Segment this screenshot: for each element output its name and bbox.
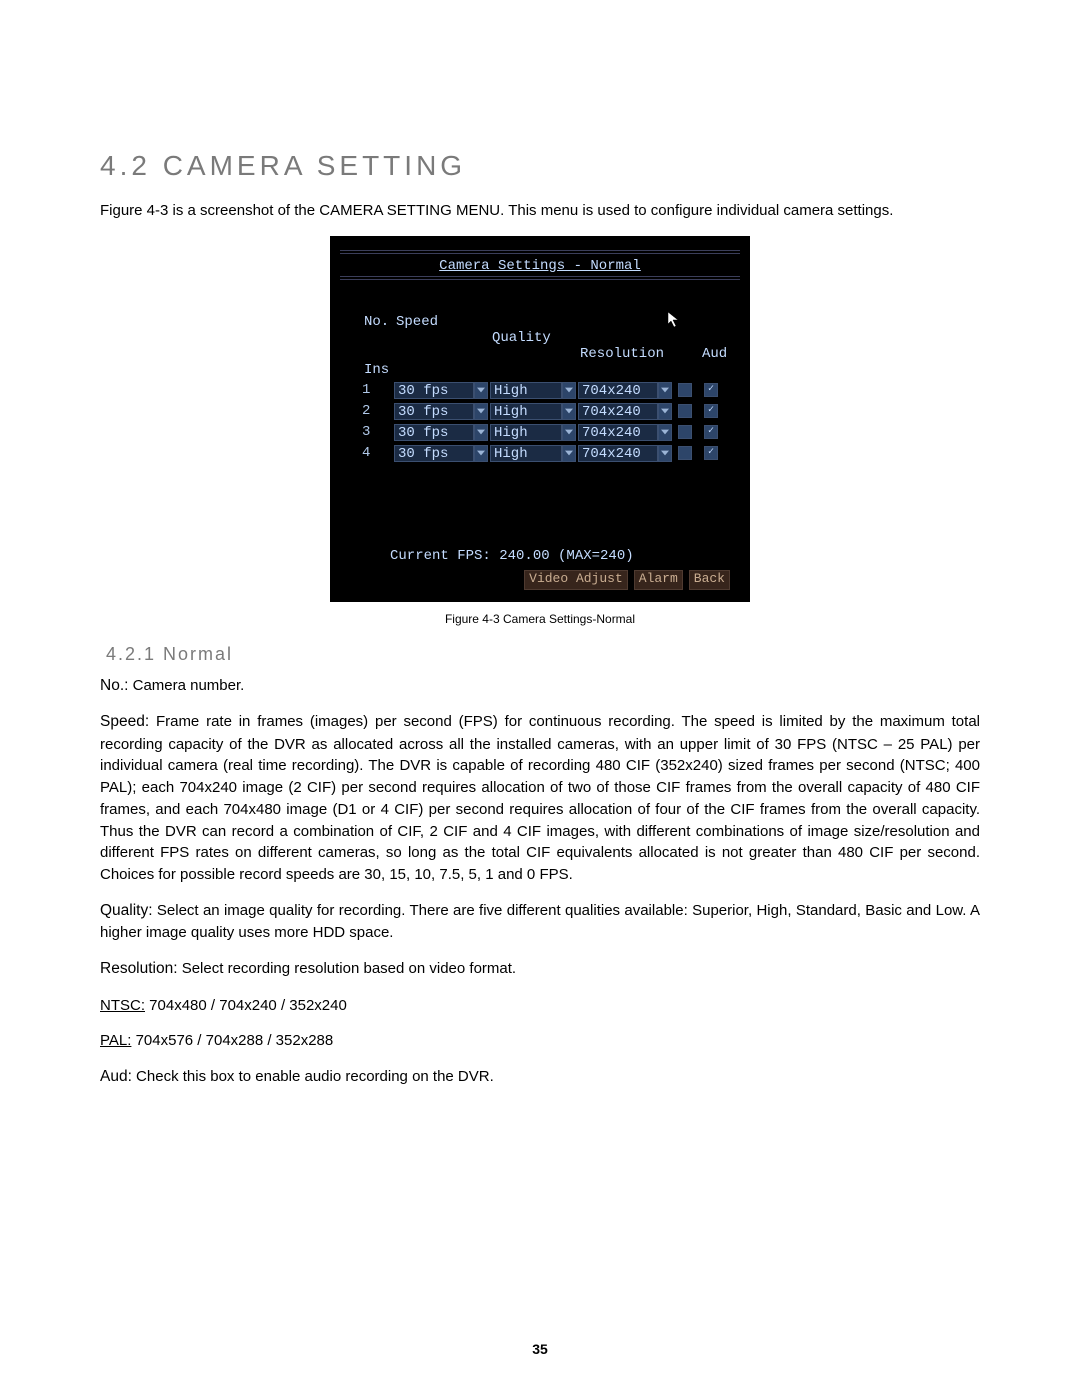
ins-checkbox[interactable] — [704, 446, 718, 460]
col-quality: Quality — [490, 330, 578, 346]
dropdown-icon[interactable] — [658, 424, 672, 441]
def-resolution-label: Resolution: — [100, 960, 178, 977]
dropdown-icon[interactable] — [474, 445, 488, 462]
figure-caption: Figure 4-3 Camera Settings-Normal — [100, 612, 980, 626]
dropdown-icon[interactable] — [658, 403, 672, 420]
def-speed: Speed: Frame rate in frames (images) per… — [100, 711, 980, 886]
aud-checkbox[interactable] — [678, 446, 692, 460]
current-fps-status: Current FPS: 240.00 (MAX=240) — [390, 548, 740, 564]
intro-paragraph: Figure 4-3 is a screenshot of the CAMERA… — [100, 200, 980, 222]
quality-select[interactable]: High — [490, 445, 562, 462]
dropdown-icon[interactable] — [474, 382, 488, 399]
cell-no: 2 — [362, 403, 394, 419]
cell-no: 4 — [362, 445, 394, 461]
table-row: 230 fps High 704x240 — [362, 403, 722, 420]
alarm-button[interactable]: Alarm — [634, 570, 683, 590]
def-quality-label: Quality: — [100, 902, 153, 919]
table-row: 330 fps High 704x240 — [362, 424, 722, 441]
def-pal-text: 704x576 / 704x288 / 352x288 — [131, 1032, 333, 1049]
ins-checkbox[interactable] — [704, 404, 718, 418]
col-ins: Ins — [362, 362, 394, 378]
def-quality: Quality: Select an image quality for rec… — [100, 900, 980, 944]
col-aud: Aud — [700, 346, 726, 362]
dropdown-icon[interactable] — [474, 424, 488, 441]
aud-checkbox[interactable] — [678, 383, 692, 397]
def-pal-label: PAL: — [100, 1032, 131, 1049]
resolution-select[interactable]: 704x240 — [578, 445, 658, 462]
aud-checkbox[interactable] — [678, 425, 692, 439]
cell-no: 1 — [362, 382, 394, 398]
cell-no: 3 — [362, 424, 394, 440]
col-resolution: Resolution — [578, 346, 674, 362]
video-adjust-button[interactable]: Video Adjust — [524, 570, 628, 590]
quality-select[interactable]: High — [490, 424, 562, 441]
dropdown-icon[interactable] — [562, 445, 576, 462]
resolution-select[interactable]: 704x240 — [578, 403, 658, 420]
resolution-select[interactable]: 704x240 — [578, 382, 658, 399]
def-ntsc-label: NTSC: — [100, 997, 145, 1014]
aud-checkbox[interactable] — [678, 404, 692, 418]
dropdown-icon[interactable] — [658, 445, 672, 462]
dropdown-icon[interactable] — [562, 382, 576, 399]
dropdown-icon[interactable] — [562, 424, 576, 441]
dropdown-icon[interactable] — [562, 403, 576, 420]
subsection-heading: 4.2.1 Normal — [106, 644, 980, 665]
def-pal: PAL: 704x576 / 704x288 / 352x288 — [100, 1030, 980, 1052]
dropdown-icon[interactable] — [474, 403, 488, 420]
def-aud-label: Aud: — [100, 1068, 132, 1085]
ins-checkbox[interactable] — [704, 425, 718, 439]
intro-text-after: . This menu is used to configure individ… — [500, 202, 893, 219]
col-no: No. — [362, 314, 394, 330]
page-number: 35 — [0, 1341, 1080, 1357]
def-no: No.: Camera number. — [100, 675, 980, 697]
screenshot-title: Camera Settings - Normal — [439, 258, 641, 274]
def-ntsc: NTSC: 704x480 / 704x240 / 352x240 — [100, 995, 980, 1017]
quality-select[interactable]: High — [490, 382, 562, 399]
def-speed-label: Speed: — [100, 713, 149, 730]
table-row: 430 fps High 704x240 — [362, 445, 722, 462]
def-aud-text: Check this box to enable audio recording… — [132, 1068, 494, 1085]
dropdown-icon[interactable] — [658, 382, 672, 399]
resolution-select[interactable]: 704x240 — [578, 424, 658, 441]
quality-select[interactable]: High — [490, 403, 562, 420]
section-heading: 4.2 CAMERA SETTING — [100, 150, 980, 182]
speed-select[interactable]: 30 fps — [394, 382, 474, 399]
col-speed: Speed — [394, 314, 490, 330]
table-row: 130 fps High 704x240 — [362, 382, 722, 399]
speed-select[interactable]: 30 fps — [394, 445, 474, 462]
def-resolution-text: Select recording resolution based on vid… — [178, 960, 517, 977]
def-no-label: No.: — [100, 677, 128, 694]
def-ntsc-text: 704x480 / 704x240 / 352x240 — [145, 997, 347, 1014]
back-button[interactable]: Back — [689, 570, 730, 590]
def-resolution: Resolution: Select recording resolution … — [100, 958, 980, 980]
def-quality-text: Select an image quality for recording. T… — [100, 902, 980, 941]
def-no-text: Camera number. — [128, 677, 244, 694]
ins-checkbox[interactable] — [704, 383, 718, 397]
camera-settings-screenshot: Camera Settings - Normal No. Speed Quali… — [330, 236, 750, 602]
speed-select[interactable]: 30 fps — [394, 403, 474, 420]
def-speed-text: Frame rate in frames (images) per second… — [100, 713, 980, 883]
intro-menu-name: CAMERA SETTING MENU — [319, 202, 500, 219]
def-aud: Aud: Check this box to enable audio reco… — [100, 1066, 980, 1088]
intro-text-before: Figure 4-3 is a screenshot of the — [100, 202, 319, 219]
speed-select[interactable]: 30 fps — [394, 424, 474, 441]
mouse-cursor-icon — [668, 312, 682, 333]
